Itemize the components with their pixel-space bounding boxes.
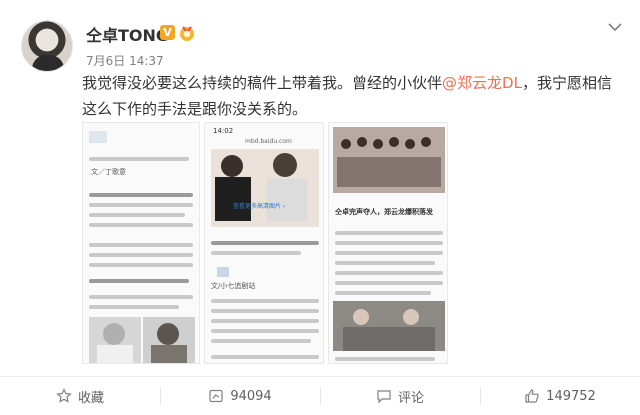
image-2-caption: 文/小七追剧站 xyxy=(211,282,256,290)
image-2-url: mbd.baidu.com xyxy=(245,138,292,145)
thumbs-up-icon xyxy=(525,389,539,403)
post-image-2[interactable]: 14:02 mbd.baidu.com 查看更多高清图片 › 文/小七追剧站 xyxy=(204,122,324,364)
username[interactable]: 仝卓TONG xyxy=(86,22,169,46)
post-text: 我觉得没必要这么持续的稿件上带着我。曾经的小伙伴@郑云龙DL，我宁愿相信这么下作… xyxy=(82,70,622,122)
chevron-down-icon[interactable] xyxy=(608,22,622,32)
weibo-post: 仝卓TONG V 7月6日 14:37 我觉得没必要这么持续的稿件上带着我。曾经… xyxy=(0,0,640,415)
medal-icon xyxy=(180,26,194,41)
post-text-part1: 我觉得没必要这么持续的稿件上带着我。曾经的小伙伴 xyxy=(82,74,443,92)
post-image-3[interactable]: 仝卓完声夺人，郑云龙爆积落发 xyxy=(328,122,448,364)
like-count: 149752 xyxy=(546,388,596,404)
image-2-overlay: 查看更多高清图片 › xyxy=(233,203,286,210)
star-icon xyxy=(56,388,72,403)
favorite-label: 收藏 xyxy=(77,390,104,406)
comment-icon xyxy=(377,390,391,404)
image-1-byline: 文／丁歌意 xyxy=(91,168,126,176)
verified-badge-icon: V xyxy=(160,25,175,40)
like-button[interactable]: 149752 xyxy=(480,377,640,415)
image-2-status-time: 14:02 xyxy=(213,127,234,135)
favorite-button[interactable]: 收藏 xyxy=(0,377,160,415)
mention-link[interactable]: @郑云龙DL xyxy=(442,74,522,92)
avatar[interactable] xyxy=(21,20,73,72)
repost-icon xyxy=(209,389,223,403)
image-3-title: 仝卓完声夺人，郑云龙爆积落发 xyxy=(335,208,433,216)
comment-button[interactable]: 评论 xyxy=(320,377,480,415)
comment-label: 评论 xyxy=(397,390,424,406)
post-timestamp[interactable]: 7月6日 14:37 xyxy=(86,52,164,69)
repost-count: 94094 xyxy=(230,388,272,404)
repost-button[interactable]: 94094 xyxy=(160,377,320,415)
post-image-1[interactable]: 文／丁歌意 xyxy=(82,122,200,364)
